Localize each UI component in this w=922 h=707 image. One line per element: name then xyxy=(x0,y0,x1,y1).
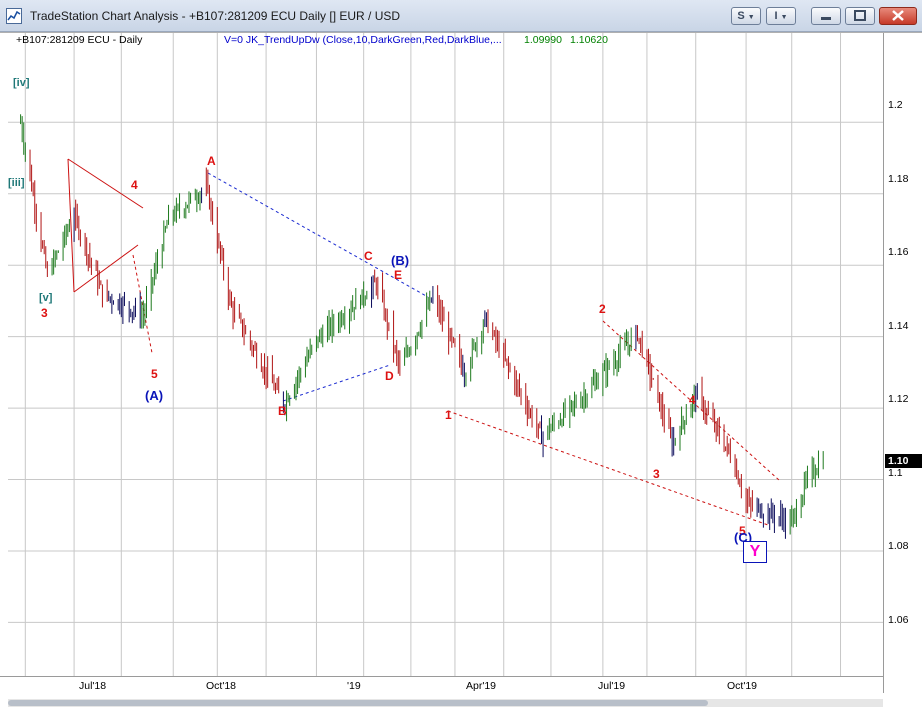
wave-label-C: C xyxy=(364,249,373,263)
window-title: TradeStation Chart Analysis - +B107:2812… xyxy=(30,9,401,23)
date-label: Jul'18 xyxy=(79,680,107,692)
price-label: 1.12 xyxy=(888,393,909,405)
price-label: 1.2 xyxy=(888,99,903,111)
wave-label-iii: [iii] xyxy=(8,177,25,189)
price-chart-svg[interactable] xyxy=(8,33,883,676)
price-label: 1.16 xyxy=(888,246,909,258)
app-chart-icon xyxy=(6,8,22,24)
price-plot[interactable]: +B107:281209 ECU - Daily V=0 JK_TrendUpD… xyxy=(8,33,883,676)
minimize-icon xyxy=(821,17,831,20)
wave-label-Y: Y xyxy=(743,541,767,563)
minimize-button[interactable] xyxy=(811,7,841,25)
dropdown-arrow-icon: ▼ xyxy=(780,14,788,21)
grid-lines xyxy=(8,33,883,676)
wave-label-4b: 4 xyxy=(689,393,696,407)
triangle-lower-line[interactable] xyxy=(73,244,139,293)
price-label: 1.08 xyxy=(888,540,909,552)
wave-label-3: 3 xyxy=(41,306,48,320)
interval-menu-button[interactable]: I ▼ xyxy=(766,7,796,25)
wave-label-iv: [iv] xyxy=(13,77,30,89)
date-label: Jul'19 xyxy=(598,680,626,692)
dropdown-arrow-icon: ▼ xyxy=(747,14,755,21)
date-label: '19 xyxy=(347,680,361,692)
price-label: 1.14 xyxy=(888,320,909,332)
wave-label-1: 1 xyxy=(445,408,452,422)
wave-label-A: A xyxy=(207,154,216,168)
study-value-2: 1.10620 xyxy=(570,34,608,46)
scrollbar-thumb[interactable] xyxy=(8,700,708,706)
date-label: Apr'19 xyxy=(466,680,497,692)
close-button[interactable] xyxy=(879,7,917,25)
wave-label-D: D xyxy=(385,369,394,383)
maximize-icon xyxy=(854,10,866,21)
horizontal-scrollbar[interactable] xyxy=(8,699,883,707)
interval-button-label: I xyxy=(774,10,778,22)
price-bars xyxy=(20,114,824,539)
wave-label-A-paren: (A) xyxy=(145,388,164,403)
study-label[interactable]: V=0 JK_TrendUpDw (Close,10,DarkGreen,Red… xyxy=(224,34,502,46)
price-label: 1.18 xyxy=(888,173,909,185)
symbol-label: +B107:281209 ECU - Daily xyxy=(16,34,143,46)
date-label: Oct'18 xyxy=(206,680,237,692)
last-price-marker: 1.10 xyxy=(885,454,922,468)
symbol-button-label: S xyxy=(737,10,745,22)
date-label: Oct'19 xyxy=(727,680,758,692)
price-label: 1.06 xyxy=(888,614,909,626)
maximize-button[interactable] xyxy=(845,7,875,25)
price-label: 1.1 xyxy=(888,467,903,479)
wave-label-B: B xyxy=(278,404,287,418)
wave-label-2: 2 xyxy=(599,302,606,316)
symbol-info: +B107:281209 ECU - Daily xyxy=(16,34,142,46)
wave-label-v: [v] xyxy=(39,292,53,304)
price-axis[interactable]: 1.2 1.18 1.16 1.14 1.12 1.1 1.08 1.06 1.… xyxy=(883,33,922,693)
wave-label-3b: 3 xyxy=(653,467,660,481)
chart-window[interactable]: +B107:281209 ECU - Daily V=0 JK_TrendUpD… xyxy=(0,32,922,707)
symbol-menu-button[interactable]: S ▼ xyxy=(731,7,761,25)
close-icon xyxy=(892,10,904,21)
wave-label-5: 5 xyxy=(151,367,158,381)
title-bar: TradeStation Chart Analysis - +B107:2812… xyxy=(0,0,922,32)
wave-label-B-paren: (B) xyxy=(391,253,410,268)
lower-red-trendline[interactable] xyxy=(447,410,769,526)
wave-label-4: 4 xyxy=(131,178,138,192)
wave-label-E: E xyxy=(394,268,403,282)
study-value-1: 1.09990 xyxy=(524,34,562,46)
